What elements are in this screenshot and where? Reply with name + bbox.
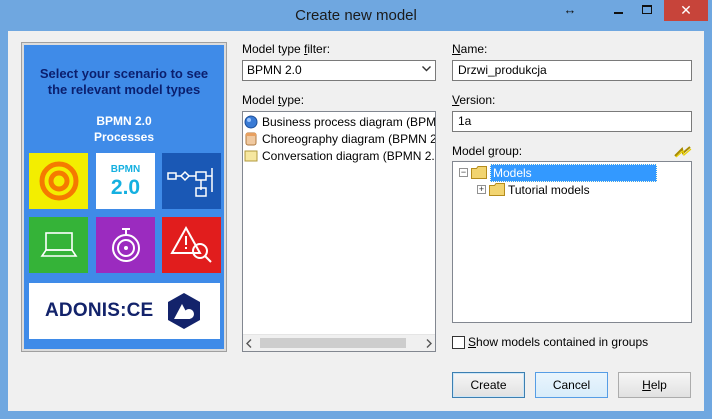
scenario-tile-it[interactable] bbox=[29, 217, 88, 273]
name-input[interactable]: Drzwi_produkcja bbox=[452, 60, 692, 81]
show-models-in-groups-checkbox[interactable] bbox=[452, 335, 465, 349]
scenario-heading-line1: Select your scenario to see bbox=[39, 66, 209, 81]
tree-node-label: Models bbox=[490, 163, 657, 182]
target-icon bbox=[39, 161, 78, 201]
choreography-diagram-icon bbox=[245, 132, 257, 146]
model-type-label: Model type: bbox=[242, 93, 305, 107]
maximize-button[interactable] bbox=[634, 0, 662, 21]
scenario-sub-line1: BPMN 2.0 bbox=[96, 114, 152, 128]
list-item-label: Conversation diagram (BPMN 2.0) bbox=[262, 149, 436, 163]
list-item-label: Choreography diagram (BPMN 2.0) bbox=[262, 132, 436, 146]
model-type-list[interactable]: Business process diagram (BPMN 2.0) Chor… bbox=[242, 111, 436, 352]
cancel-button[interactable]: Cancel bbox=[535, 372, 608, 398]
show-models-in-groups-option[interactable]: Show models contained in groups bbox=[452, 335, 648, 349]
adonis-logo-icon bbox=[168, 293, 200, 329]
folder-icon bbox=[471, 166, 487, 179]
scenario-heading: Select your scenario to see the relevant… bbox=[24, 66, 224, 98]
version-input[interactable]: 1a bbox=[452, 111, 692, 132]
scrollbar-thumb[interactable] bbox=[260, 338, 406, 348]
bpmn-tile-big: 2.0 bbox=[110, 175, 141, 199]
maximize-icon bbox=[642, 5, 652, 14]
minimize-button[interactable] bbox=[606, 0, 632, 21]
chevron-down-icon[interactable] bbox=[422, 64, 431, 75]
create-button[interactable]: Create bbox=[452, 372, 525, 398]
folder-icon bbox=[489, 183, 505, 196]
dialog-body: Select your scenario to see the relevant… bbox=[8, 31, 704, 411]
close-button[interactable]: ✕ bbox=[664, 0, 708, 21]
scenario-tile-target[interactable] bbox=[29, 153, 88, 209]
collapse-icon[interactable]: − bbox=[459, 168, 468, 177]
horizontal-scrollbar[interactable] bbox=[243, 334, 435, 351]
conversation-diagram-icon bbox=[244, 150, 258, 162]
list-item[interactable]: Business process diagram (BPMN 2.0) bbox=[244, 113, 436, 131]
title-bar[interactable]: Create new model ↔ ✕ bbox=[0, 0, 712, 31]
lightning-filter-icon[interactable] bbox=[674, 146, 692, 158]
scenario-banner: Select your scenario to see the relevant… bbox=[24, 45, 224, 349]
scenario-sub-line2: Processes bbox=[93, 130, 155, 144]
scroll-right-icon[interactable] bbox=[426, 336, 432, 351]
resize-icon[interactable]: ↔ bbox=[559, 0, 581, 21]
model-type-filter-label: Model type filter: bbox=[242, 42, 331, 56]
name-label: Name: bbox=[452, 42, 488, 56]
scroll-left-icon[interactable] bbox=[246, 336, 252, 351]
model-type-filter-value: BPMN 2.0 bbox=[247, 63, 302, 77]
scenario-subheading: BPMN 2.0 Processes bbox=[24, 113, 224, 145]
scenario-panel: Select your scenario to see the relevant… bbox=[21, 42, 227, 352]
scenario-heading-line2: the relevant model types bbox=[47, 82, 201, 97]
adonis-brand: ADONIS:CE bbox=[29, 283, 220, 339]
process-flow-icon bbox=[166, 168, 213, 197]
show-models-in-groups-label: Show models contained in groups bbox=[468, 335, 649, 349]
scenario-tile-process-flow[interactable] bbox=[162, 153, 221, 209]
brand-name: ADONIS:CE bbox=[45, 300, 154, 321]
list-item[interactable]: Conversation diagram (BPMN 2.0) bbox=[244, 147, 436, 165]
tree-node-label: Tutorial models bbox=[508, 182, 590, 197]
list-item[interactable]: Choreography diagram (BPMN 2.0) bbox=[244, 130, 436, 148]
help-button[interactable]: Help bbox=[618, 372, 691, 398]
scenario-tile-risk[interactable] bbox=[162, 217, 221, 273]
bpmn-2-icon: BPMN 2.0 bbox=[110, 163, 141, 199]
expand-icon[interactable]: + bbox=[477, 185, 486, 194]
model-group-tree[interactable]: − Models + Tutorial models bbox=[452, 161, 692, 323]
list-item-label: Business process diagram (BPMN 2.0) bbox=[262, 115, 436, 129]
risk-search-icon bbox=[169, 225, 212, 263]
scenario-tile-timer[interactable] bbox=[96, 217, 155, 273]
dialog-window: Create new model ↔ ✕ Select your scenari… bbox=[0, 0, 712, 419]
stopwatch-icon bbox=[111, 228, 140, 262]
version-label: Version: bbox=[452, 93, 496, 107]
tree-node-models[interactable]: − Models bbox=[459, 163, 657, 182]
tree-node-tutorial-models[interactable]: + Tutorial models bbox=[477, 181, 590, 198]
scenario-tile-bpmn[interactable]: BPMN 2.0 bbox=[96, 153, 155, 209]
model-group-label: Model group: bbox=[452, 144, 523, 158]
process-diagram-icon bbox=[244, 115, 258, 129]
model-type-filter-select[interactable]: BPMN 2.0 bbox=[242, 60, 436, 81]
minimize-icon bbox=[614, 12, 623, 14]
laptop-icon bbox=[40, 232, 77, 257]
bpmn-tile-small: BPMN bbox=[110, 163, 141, 175]
